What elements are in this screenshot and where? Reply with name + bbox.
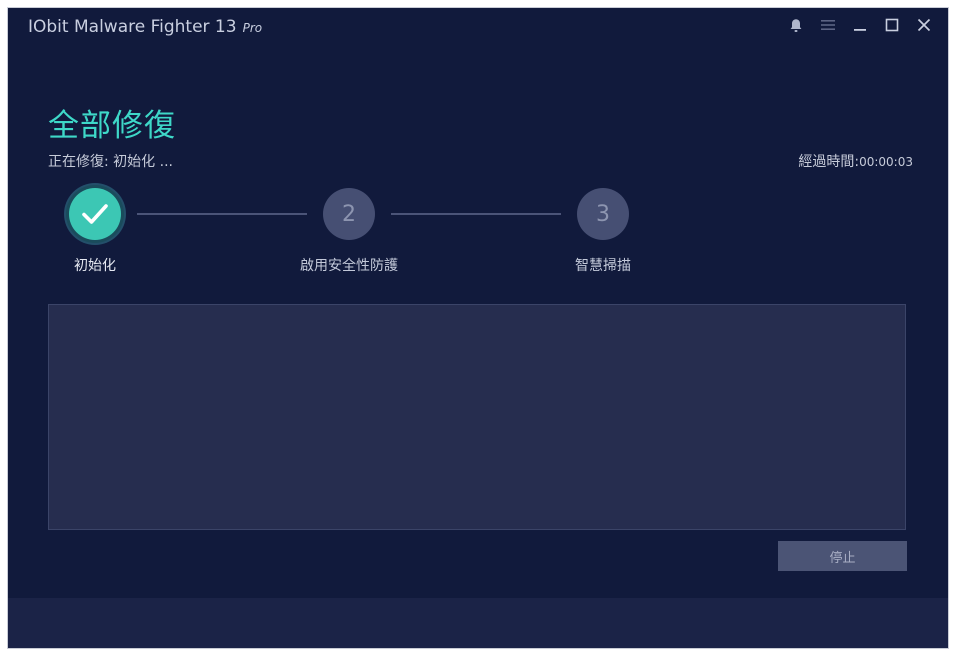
- stop-button[interactable]: 停止: [778, 541, 907, 571]
- elapsed-time: 經過時間:00:00:03: [798, 151, 913, 171]
- page-title: 全部修復: [48, 108, 176, 144]
- title-bar: IObit Malware Fighter 13 Pro: [8, 8, 948, 48]
- progress-steps: 2 3 初始化 啟用安全性防護 智慧掃描: [8, 178, 948, 278]
- elapsed-label: 經過時間:: [798, 154, 860, 170]
- step-3-circle: 3: [577, 188, 629, 240]
- app-name: IObit Malware Fighter 13: [28, 17, 237, 37]
- footer-bar: [8, 598, 948, 648]
- step-3-label: 智慧掃描: [575, 258, 631, 274]
- status-row: 正在修復: 初始化 ... 經過時間:00:00:03: [48, 151, 913, 171]
- app-window: IObit Malware Fighter 13 Pro 全部修復 正在修復: …: [8, 8, 948, 648]
- step-connector-2: [391, 213, 561, 215]
- window-controls: [780, 14, 940, 36]
- step-1-label: 初始化: [74, 258, 116, 274]
- maximize-icon[interactable]: [876, 14, 908, 36]
- check-icon: [82, 204, 108, 224]
- elapsed-value: 00:00:03: [859, 155, 913, 169]
- step-1-circle: [69, 188, 121, 240]
- repair-status: 正在修復: 初始化 ...: [48, 154, 173, 170]
- minimize-icon[interactable]: [844, 14, 876, 36]
- app-title: IObit Malware Fighter 13 Pro: [28, 17, 262, 37]
- step-2-circle: 2: [323, 188, 375, 240]
- close-icon[interactable]: [908, 14, 940, 36]
- edition-badge: Pro: [242, 21, 263, 35]
- step-connector-1: [137, 213, 307, 215]
- bell-icon[interactable]: [780, 14, 812, 36]
- repair-log-panel: [48, 304, 906, 530]
- menu-icon[interactable]: [812, 14, 844, 36]
- step-2-label: 啟用安全性防護: [300, 258, 398, 274]
